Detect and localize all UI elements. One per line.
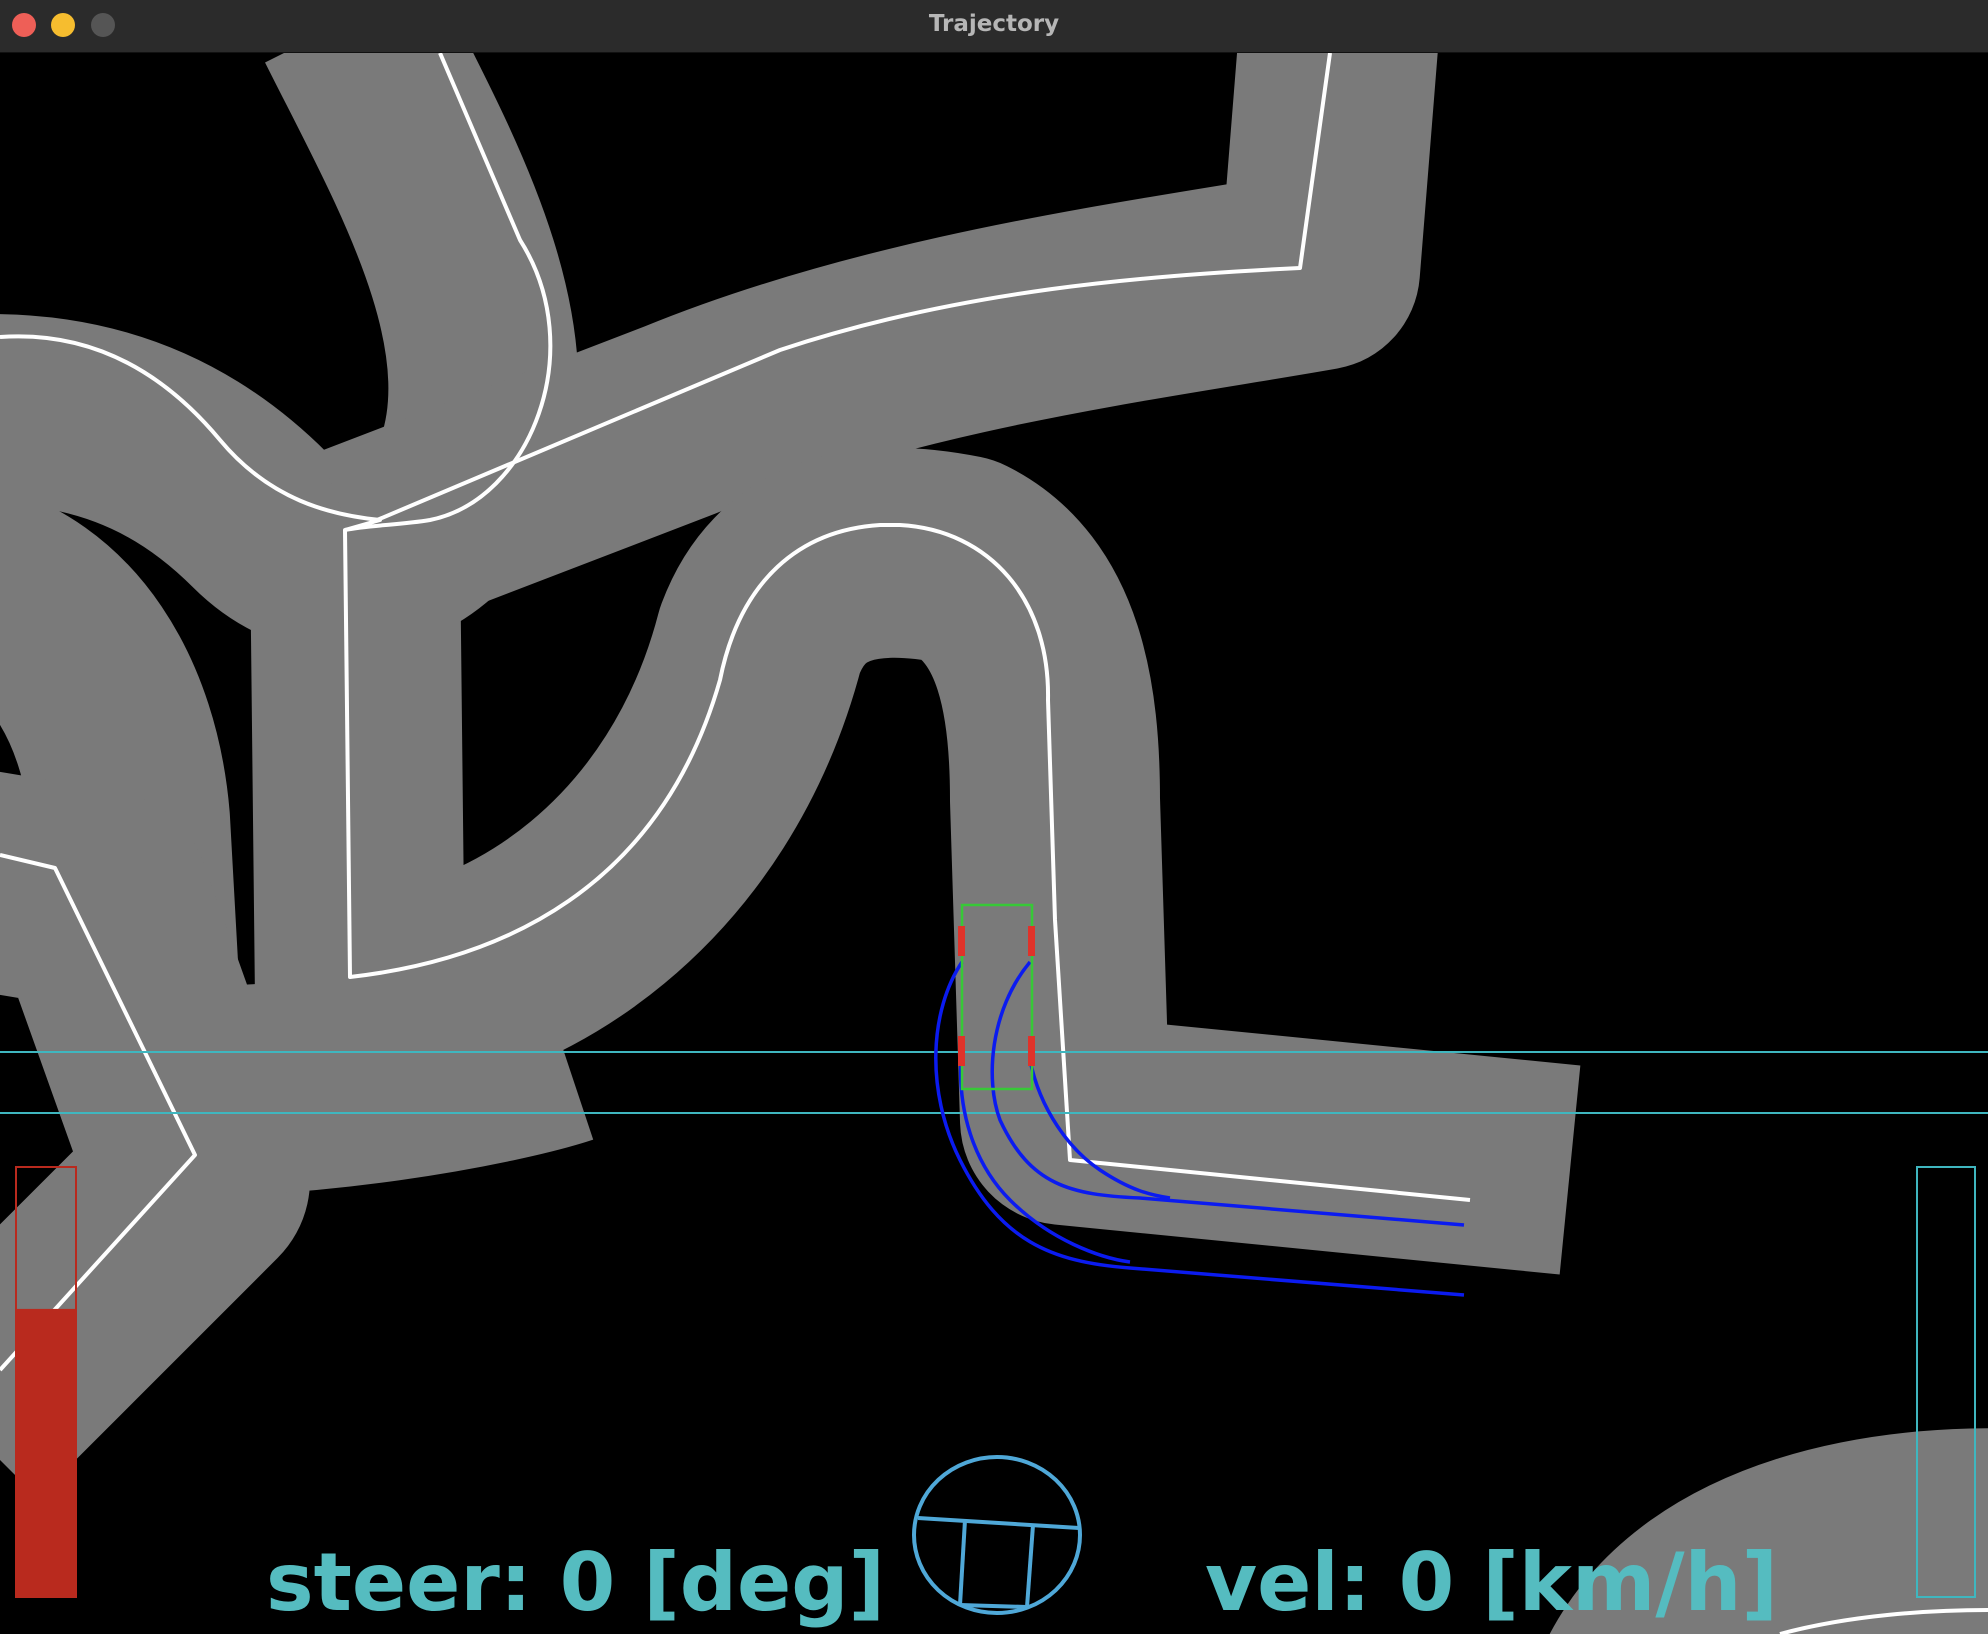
- window-title: Trajectory: [928, 11, 1060, 37]
- wheel-rear-left: [958, 1036, 965, 1066]
- wheel-front-right: [1028, 926, 1035, 956]
- road-segment-ramp: [114, 939, 594, 1197]
- trajectory-window: Trajectory steer: 0 [deg] vel: 0 [km/h]: [0, 0, 1988, 1634]
- velocity-readout: vel: 0 [km/h]: [1205, 1536, 1779, 1629]
- steering-wheel-icon: [912, 1455, 1082, 1615]
- wheel-rear-right: [1028, 1036, 1035, 1066]
- steer-readout: steer: 0 [deg]: [266, 1536, 886, 1629]
- road-network: [0, 53, 1988, 1634]
- wheel-front-left: [958, 926, 965, 956]
- simulation-canvas: steer: 0 [deg] vel: 0 [km/h]: [0, 53, 1988, 1634]
- simulation-view: [0, 53, 1988, 1634]
- throttle-gauge-fill: [16, 1308, 76, 1597]
- title-bar: Trajectory: [0, 0, 1988, 53]
